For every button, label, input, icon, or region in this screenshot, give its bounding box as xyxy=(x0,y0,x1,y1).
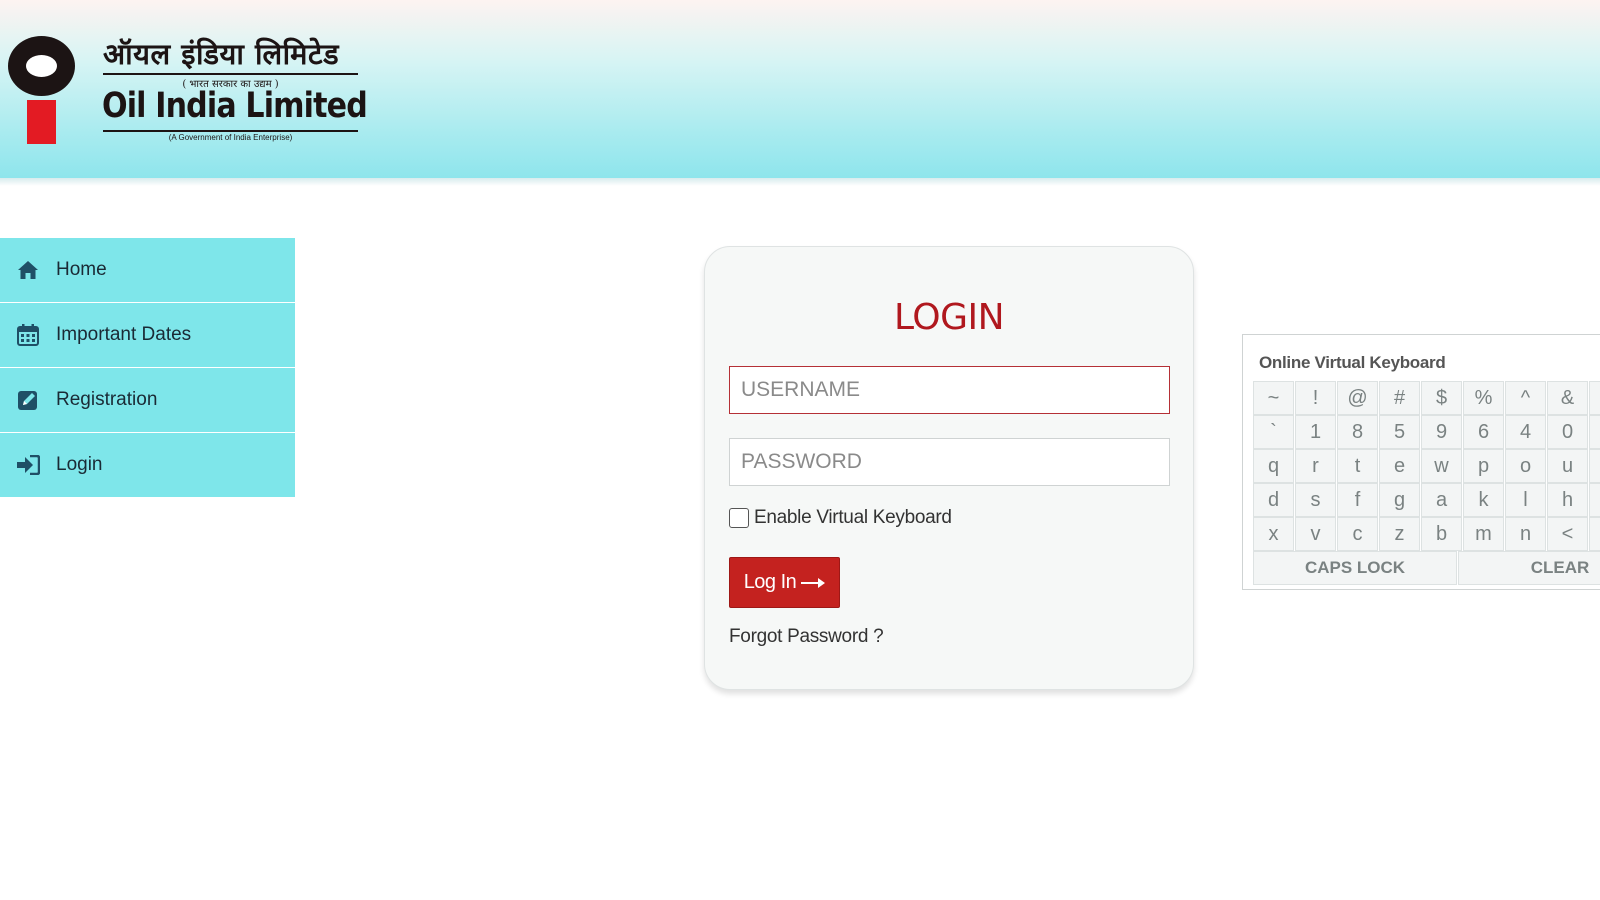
keyboard-key[interactable]: m xyxy=(1463,517,1504,551)
sidebar-item-label: Important Dates xyxy=(56,324,192,345)
enable-virtual-keyboard-toggle[interactable]: Enable Virtual Keyboard xyxy=(729,507,952,529)
keyboard-key[interactable]: n xyxy=(1505,517,1546,551)
keyboard-key[interactable]: z xyxy=(1379,517,1420,551)
keyboard-key[interactable]: y xyxy=(1589,449,1600,483)
edit-icon xyxy=(16,389,40,411)
caps-lock-key[interactable]: CAPS LOCK xyxy=(1253,551,1457,585)
keyboard-key[interactable]: e xyxy=(1379,449,1420,483)
keyboard-row: qrtewpouy xyxy=(1253,449,1600,483)
login-button[interactable]: Log In xyxy=(729,557,840,608)
sidebar-item-important-dates[interactable]: Important Dates xyxy=(0,303,295,368)
keyboard-key[interactable]: 8 xyxy=(1337,415,1378,449)
keyboard-key[interactable]: q xyxy=(1253,449,1294,483)
keyboard-key[interactable]: j xyxy=(1589,483,1600,517)
keyboard-key[interactable]: f xyxy=(1337,483,1378,517)
keyboard-key[interactable]: t xyxy=(1337,449,1378,483)
keyboard-key[interactable]: g xyxy=(1379,483,1420,517)
keyboard-key[interactable]: $ xyxy=(1421,381,1462,415)
keyboard-key[interactable]: o xyxy=(1505,449,1546,483)
keyboard-key[interactable]: * xyxy=(1589,381,1600,415)
login-button-label: Log In xyxy=(743,571,797,593)
calendar-icon xyxy=(16,324,40,346)
virtual-keyboard-label: Enable Virtual Keyboard xyxy=(754,507,952,528)
logo-english-tagline: (A Government of India Enterprise) xyxy=(103,130,358,142)
login-title: LOGIN xyxy=(893,297,1005,338)
keyboard-key[interactable]: u xyxy=(1547,449,1588,483)
virtual-keyboard-title: Online Virtual Keyboard xyxy=(1259,353,1446,372)
keyboard-key[interactable]: 7 xyxy=(1589,415,1600,449)
keyboard-row: dsfgaklhj xyxy=(1253,483,1600,517)
keyboard-key[interactable]: s xyxy=(1295,483,1336,517)
sidebar-item-registration[interactable]: Registration xyxy=(0,368,295,433)
keyboard-key[interactable]: c xyxy=(1337,517,1378,551)
keyboard-key[interactable]: ~ xyxy=(1253,381,1294,415)
keyboard-row: `18596407 xyxy=(1253,415,1600,449)
keyboard-key[interactable]: x xyxy=(1253,517,1294,551)
username-input[interactable] xyxy=(729,366,1170,414)
keyboard-key[interactable]: w xyxy=(1421,449,1462,483)
keyboard-row: ~!@#$%^&* xyxy=(1253,381,1600,415)
keyboard-key[interactable]: # xyxy=(1379,381,1420,415)
password-input[interactable] xyxy=(729,438,1170,486)
keyboard-key[interactable]: < xyxy=(1547,517,1588,551)
site-header: ऑयल इंडिया लिमिटेड ( भारत सरकार का उद्यम… xyxy=(0,0,1600,186)
keyboard-key[interactable]: 5 xyxy=(1379,415,1420,449)
keyboard-key[interactable]: 0 xyxy=(1547,415,1588,449)
keyboard-key[interactable]: r xyxy=(1295,449,1336,483)
keyboard-row: CAPS LOCK CLEAR xyxy=(1253,551,1600,585)
forgot-password-link[interactable]: Forgot Password ? xyxy=(729,626,884,648)
keyboard-key[interactable]: 1 xyxy=(1295,415,1336,449)
keyboard-key[interactable]: ^ xyxy=(1505,381,1546,415)
keyboard-key[interactable]: @ xyxy=(1337,381,1378,415)
keyboard-key[interactable]: v xyxy=(1295,517,1336,551)
logo-english-name: Oil India Limited xyxy=(102,86,368,126)
sign-in-icon xyxy=(16,454,40,476)
sidebar-item-login[interactable]: Login xyxy=(0,433,295,498)
keyboard-key[interactable]: b xyxy=(1421,517,1462,551)
arrow-right-icon xyxy=(801,577,826,589)
keyboard-key[interactable]: ! xyxy=(1295,381,1336,415)
keyboard-key[interactable]: % xyxy=(1463,381,1504,415)
sidebar-nav: Home Important Dates Registration Login xyxy=(0,238,295,498)
keyboard-key[interactable]: ` xyxy=(1253,415,1294,449)
keyboard-key[interactable]: 4 xyxy=(1505,415,1546,449)
keyboard-key[interactable]: d xyxy=(1253,483,1294,517)
keyboard-key[interactable]: 9 xyxy=(1421,415,1462,449)
keyboard-key[interactable]: & xyxy=(1547,381,1588,415)
keyboard-key[interactable]: h xyxy=(1547,483,1588,517)
clear-key[interactable]: CLEAR xyxy=(1458,551,1600,585)
sidebar-item-label: Registration xyxy=(56,389,158,410)
keyboard-key[interactable]: > xyxy=(1589,517,1600,551)
sidebar-item-home[interactable]: Home xyxy=(0,238,295,303)
keyboard-key[interactable]: k xyxy=(1463,483,1504,517)
sidebar-item-label: Home xyxy=(56,259,107,280)
keyboard-key[interactable]: a xyxy=(1421,483,1462,517)
keyboard-row: xvczbmn<> xyxy=(1253,517,1600,551)
oil-india-logo-mark xyxy=(8,34,78,144)
keyboard-key[interactable]: 6 xyxy=(1463,415,1504,449)
keyboard-key[interactable]: l xyxy=(1505,483,1546,517)
virtual-keyboard-panel: Online Virtual Keyboard ~!@#$%^&*`185964… xyxy=(1242,334,1600,590)
virtual-keyboard-keys: ~!@#$%^&*`18596407qrtewpouydsfgaklhjxvcz… xyxy=(1253,381,1600,585)
sidebar-item-label: Login xyxy=(56,454,103,475)
keyboard-key[interactable]: p xyxy=(1463,449,1504,483)
login-card: LOGIN Enable Virtual Keyboard Log In For… xyxy=(704,246,1194,690)
virtual-keyboard-checkbox[interactable] xyxy=(729,508,749,528)
home-icon xyxy=(16,259,40,281)
logo-hindi-name: ऑयल इंडिया लिमिटेड xyxy=(103,37,340,71)
oil-india-logo[interactable]: ऑयल इंडिया लिमिटेड ( भारत सरकार का उद्यम… xyxy=(8,34,368,146)
